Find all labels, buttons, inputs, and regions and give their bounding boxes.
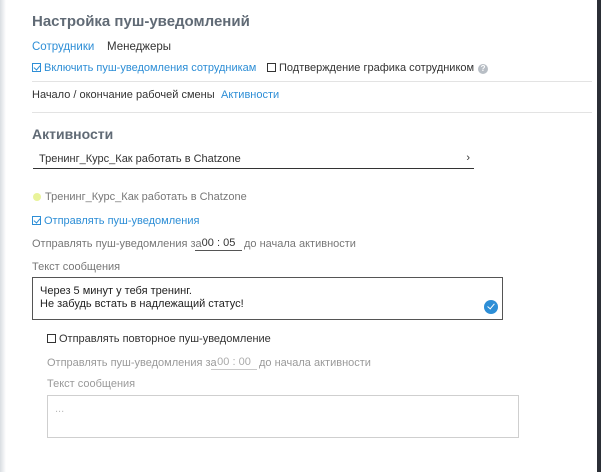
repeat-message-textarea[interactable]: ... bbox=[47, 395, 519, 438]
enable-push-label: Включить пуш-уведомления сотрудникам bbox=[44, 62, 257, 74]
checkbox-unchecked-icon[interactable] bbox=[47, 334, 56, 343]
subnav-divider bbox=[32, 112, 592, 113]
schedule-confirm-checkbox[interactable]: Подтверждение графика сотрудником? bbox=[267, 62, 489, 74]
send-before-suffix: до начала активности bbox=[244, 238, 356, 250]
checkbox-checked-icon[interactable] bbox=[32, 63, 41, 72]
message-line-2: Не забудь встать в надлежащий статус! bbox=[40, 298, 244, 310]
send-push-checkbox[interactable]: Отправлять пуш-уведомления bbox=[32, 215, 199, 227]
activity-item: Тренинг_Курс_Как работать в Chatzone bbox=[33, 191, 247, 203]
repeat-before-prefix: Отправлять пуш-уведомления за bbox=[47, 357, 217, 369]
repeat-time-input[interactable]: 00 : 00 bbox=[211, 356, 257, 370]
repeat-before-suffix: до начала активности bbox=[259, 357, 371, 369]
page-title: Настройка пуш-уведомлений bbox=[32, 13, 250, 30]
message-textarea[interactable]: Через 5 минут у тебя тренинг. Не забудь … bbox=[32, 277, 503, 320]
section-heading: Активности bbox=[32, 126, 114, 142]
message-label: Текст сообщения bbox=[32, 261, 121, 273]
checkbox-unchecked-icon[interactable] bbox=[267, 63, 276, 72]
activity-color-dot bbox=[33, 193, 41, 201]
tab-managers[interactable]: Менеджеры bbox=[107, 41, 171, 53]
send-before-prefix: Отправлять пуш-уведомления за bbox=[32, 238, 202, 250]
activity-name: Тренинг_Курс_Как работать в Chatzone bbox=[45, 191, 247, 203]
help-icon[interactable]: ? bbox=[478, 64, 489, 74]
subtab-shift[interactable]: Начало / окончание рабочей смены bbox=[32, 89, 215, 101]
send-before-time-input[interactable]: 00 : 05 bbox=[195, 237, 242, 251]
left-edge-shadow bbox=[0, 0, 6, 472]
repeat-message-placeholder: ... bbox=[55, 403, 65, 415]
check-circle-icon bbox=[484, 300, 498, 314]
tab-employees[interactable]: Сотрудники bbox=[32, 41, 94, 53]
chevron-right-icon: › bbox=[466, 152, 470, 164]
repeat-push-label: Отправлять повторное пуш-уведомление bbox=[59, 333, 271, 345]
enable-push-checkbox[interactable]: Включить пуш-уведомления сотрудникам bbox=[32, 62, 256, 74]
header-divider bbox=[32, 81, 592, 82]
message-line-1: Через 5 минут у тебя тренинг. bbox=[40, 285, 192, 297]
subtab-activities[interactable]: Активности bbox=[221, 89, 279, 101]
activity-select-value: Тренинг_Курс_Как работать в Chatzone bbox=[39, 153, 241, 165]
repeat-push-checkbox[interactable]: Отправлять повторное пуш-уведомление bbox=[47, 333, 271, 345]
schedule-confirm-label: Подтверждение графика сотрудником bbox=[279, 62, 475, 74]
activity-select[interactable]: Тренинг_Курс_Как работать в Chatzone › bbox=[33, 152, 474, 169]
repeat-message-label: Текст сообщения bbox=[47, 378, 136, 390]
checkbox-checked-icon[interactable] bbox=[32, 216, 41, 225]
right-edge-bar bbox=[597, 0, 601, 472]
send-push-label: Отправлять пуш-уведомления bbox=[44, 215, 200, 227]
